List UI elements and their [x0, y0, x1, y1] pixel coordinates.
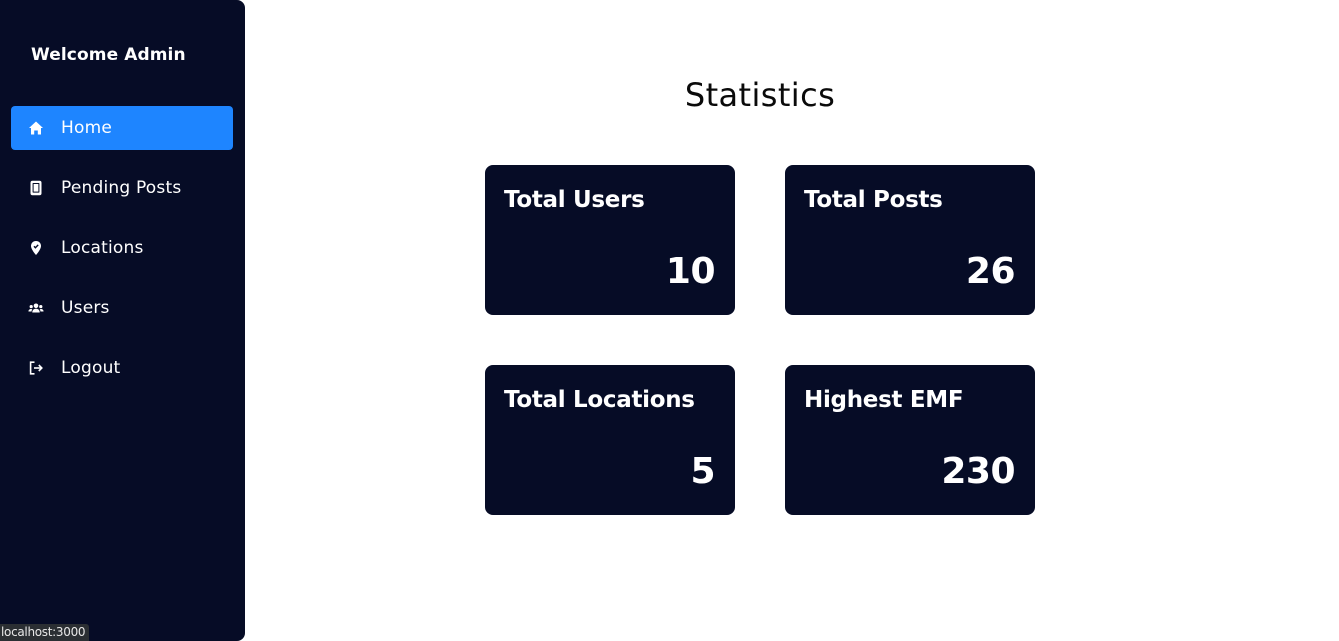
stat-card-value: 230 [941, 451, 1015, 492]
page-title: Statistics [684, 76, 836, 114]
stat-card-total-users: Total Users 10 [485, 165, 735, 315]
sidebar-item-home[interactable]: Home [11, 106, 233, 150]
stat-card-value: 5 [690, 451, 715, 492]
sidebar-item-label: Logout [61, 358, 121, 378]
stat-card-total-posts: Total Posts 26 [785, 165, 1035, 315]
sidebar-item-locations[interactable]: Locations [11, 226, 233, 270]
sidebar-item-label: Locations [61, 238, 144, 258]
sidebar-item-logout[interactable]: Logout [11, 346, 233, 390]
stat-card-highest-emf: Highest EMF 230 [785, 365, 1035, 515]
stat-card-title: Total Posts [804, 187, 943, 213]
users-icon [28, 300, 44, 316]
sidebar: Welcome Admin Home Pending Posts Locatio… [0, 0, 245, 641]
status-url-tooltip: localhost:3000 [0, 624, 90, 641]
stat-card-title: Total Locations [504, 387, 695, 413]
stat-card-value: 26 [965, 251, 1016, 292]
sidebar-item-label: Pending Posts [61, 178, 182, 198]
stat-card-total-locations: Total Locations 5 [485, 365, 735, 515]
stat-card-title: Total Users [504, 187, 645, 213]
logout-icon [28, 360, 44, 376]
sidebar-item-pending-posts[interactable]: Pending Posts [11, 166, 233, 210]
welcome-heading: Welcome Admin [31, 45, 186, 65]
main-content: Statistics Total Users 10 Total Posts 26… [245, 0, 1339, 641]
document-icon [28, 180, 44, 196]
location-pin-icon [28, 240, 44, 256]
stat-card-title: Highest EMF [804, 387, 964, 413]
sidebar-item-users[interactable]: Users [11, 286, 233, 330]
sidebar-nav: Home Pending Posts Locations Users Logou… [11, 106, 233, 406]
sidebar-item-label: Home [61, 118, 113, 138]
sidebar-item-label: Users [61, 298, 110, 318]
stat-card-value: 10 [665, 251, 716, 292]
home-icon [28, 120, 44, 136]
